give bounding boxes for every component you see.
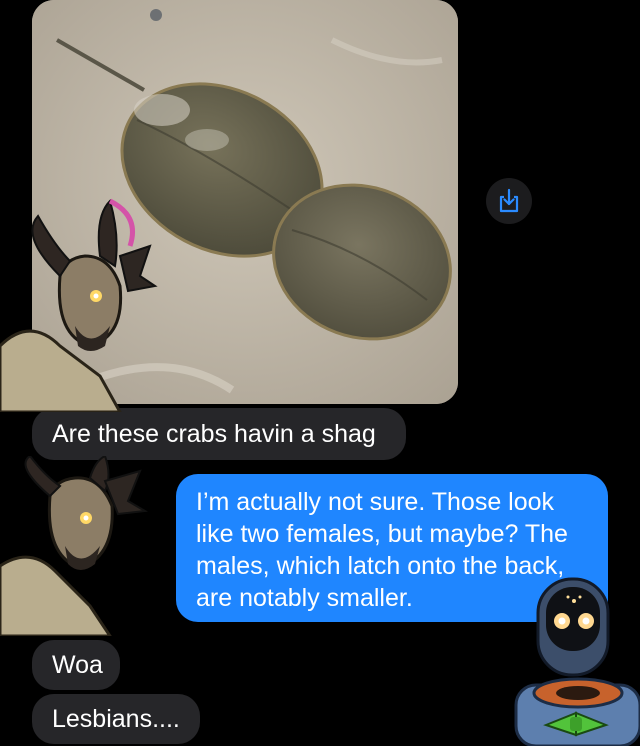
message-bubble-incoming[interactable]: Lesbians.... [32,694,200,744]
message-bubble-incoming[interactable]: Woa [32,640,120,690]
message-text: Lesbians.... [52,705,180,733]
save-photo-button[interactable] [486,178,532,224]
goat-avatar-icon [0,456,149,636]
robot-avatar-icon [514,577,640,746]
message-text: Woa [52,651,103,679]
message-bubble-incoming[interactable]: Are these crabs havin a shag [32,408,406,460]
goat-avatar-icon [0,198,158,412]
message-text-line: like two females, but maybe? The [196,520,568,548]
message-text: Are these crabs havin a shag [52,420,376,448]
message-text-line: I’m actually not sure. Those look [196,488,555,516]
square-and-arrow-down-icon [499,188,519,213]
